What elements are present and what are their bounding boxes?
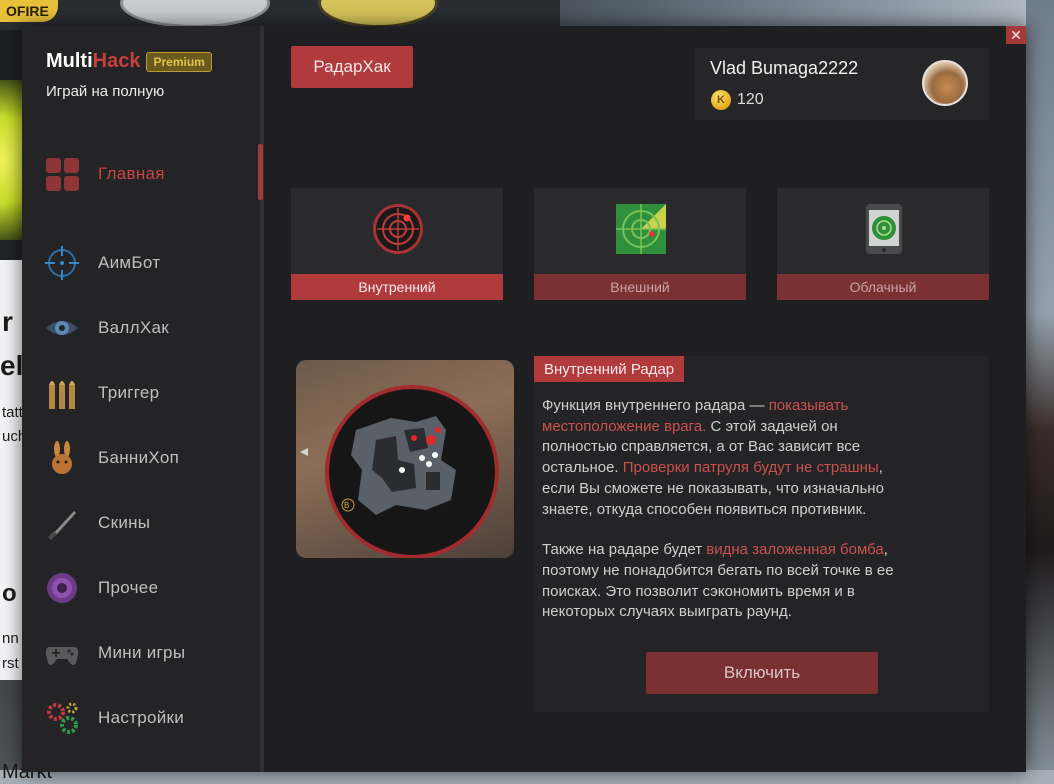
background-text: el (0, 350, 24, 381)
background-fire-badge: OFIRE (0, 0, 58, 22)
mode-label: Облачный (777, 274, 989, 300)
minimap-site-label: B (344, 501, 349, 510)
sidebar-item-skins[interactable]: Скины (22, 493, 260, 553)
knife-icon (48, 511, 76, 540)
background-text: tatt (2, 404, 23, 421)
sidebar-item-bunnyhop[interactable]: БанниХоп (22, 428, 260, 488)
tagline: Играй на полную (46, 83, 165, 100)
user-card: Vlad Bumaga2222 K 120 (695, 48, 989, 120)
mode-card-cloud[interactable]: Облачный (777, 188, 989, 300)
bullets-icon (49, 381, 75, 409)
bunny-icon (52, 441, 72, 474)
close-button[interactable]: ✕ (1006, 26, 1026, 44)
background-bottom (0, 770, 1054, 784)
home-grid-icon (46, 158, 79, 191)
sidebar: Multi Hack Premium Играй на полную Главн… (22, 26, 260, 772)
sidebar-item-trigger[interactable]: Триггер (22, 363, 260, 423)
external-radar-icon (616, 204, 666, 254)
sidebar-item-label: Скины (98, 513, 151, 532)
sidebar-item-other[interactable]: Прочее (22, 558, 260, 618)
sidebar-item-label: АимБот (98, 253, 161, 272)
info-title: Внутренний Радар (534, 356, 685, 382)
cloud-radar-icon (866, 204, 902, 254)
info-text: Функция внутреннего радара — показывать … (542, 396, 902, 623)
crosshair-icon (45, 246, 79, 280)
sidebar-item-label: Триггер (98, 383, 160, 402)
sidebar-item-label: Главная (98, 164, 165, 183)
radarhack-button[interactable]: РадарХак (291, 46, 413, 88)
mode-label: Внешний (534, 274, 746, 300)
sidebar-item-label: ВаллХак (98, 318, 169, 337)
mode-card-internal[interactable]: Внутренний (291, 188, 503, 300)
internal-radar-icon (373, 204, 423, 254)
logo: Multi Hack Premium (46, 50, 212, 73)
mode-label: Внутренний (291, 274, 503, 300)
minimap-image: B (300, 385, 499, 558)
premium-badge: Premium (146, 51, 212, 72)
minimap-preview: B (296, 360, 514, 558)
sidebar-item-settings[interactable]: Настройки (22, 688, 260, 748)
info-paragraph-2: Также на радаре будет видна заложенная б… (542, 540, 902, 623)
background-text: rst (2, 655, 19, 672)
enable-button[interactable]: Включить (646, 652, 878, 694)
mode-card-external[interactable]: Внешний (534, 188, 746, 300)
sidebar-item-label: БанниХоп (98, 448, 180, 467)
sidebar-item-home[interactable]: Главная (22, 144, 260, 204)
gamepad-icon (45, 647, 79, 665)
user-name: Vlad Bumaga2222 (710, 58, 859, 78)
background-text: o (2, 580, 17, 607)
circles-icon (47, 573, 77, 603)
sidebar-item-label: Настройки (98, 708, 185, 727)
coin-icon: K (711, 90, 731, 110)
background-text: r (2, 306, 13, 337)
sidebar-item-wallhack[interactable]: ВаллХак (22, 298, 260, 358)
sidebar-item-aimbot[interactable]: АимБот (22, 233, 260, 293)
info-highlight: Проверки патруля будут не страшны (622, 459, 879, 477)
sidebar-item-label: Мини игры (98, 643, 186, 662)
background-text: nn (2, 630, 19, 647)
app-window: Multi Hack Premium Играй на полную Главн… (22, 26, 1026, 772)
eye-icon (46, 321, 78, 335)
info-paragraph-1: Функция внутреннего радара — показывать … (542, 396, 902, 520)
info-text-span: Также на радаре будет (542, 541, 707, 559)
sidebar-item-minigames[interactable]: Мини игры (22, 623, 260, 683)
background-right (1026, 0, 1054, 784)
logo-hack: Hack (92, 50, 141, 72)
coin-balance: 120 (737, 91, 764, 108)
sidebar-scrollbar[interactable] (258, 144, 263, 200)
sidebar-item-label: Прочее (98, 578, 159, 597)
logo-multi: Multi (46, 50, 93, 72)
avatar[interactable] (922, 60, 968, 106)
sidebar-divider (260, 26, 264, 772)
gears-icon (47, 702, 78, 734)
info-highlight: видна заложенная бомба (706, 541, 884, 559)
info-text-span: Функция внутреннего радара — (542, 397, 769, 414)
info-panel: Внутренний Радар Функция внутреннего рад… (534, 356, 989, 712)
